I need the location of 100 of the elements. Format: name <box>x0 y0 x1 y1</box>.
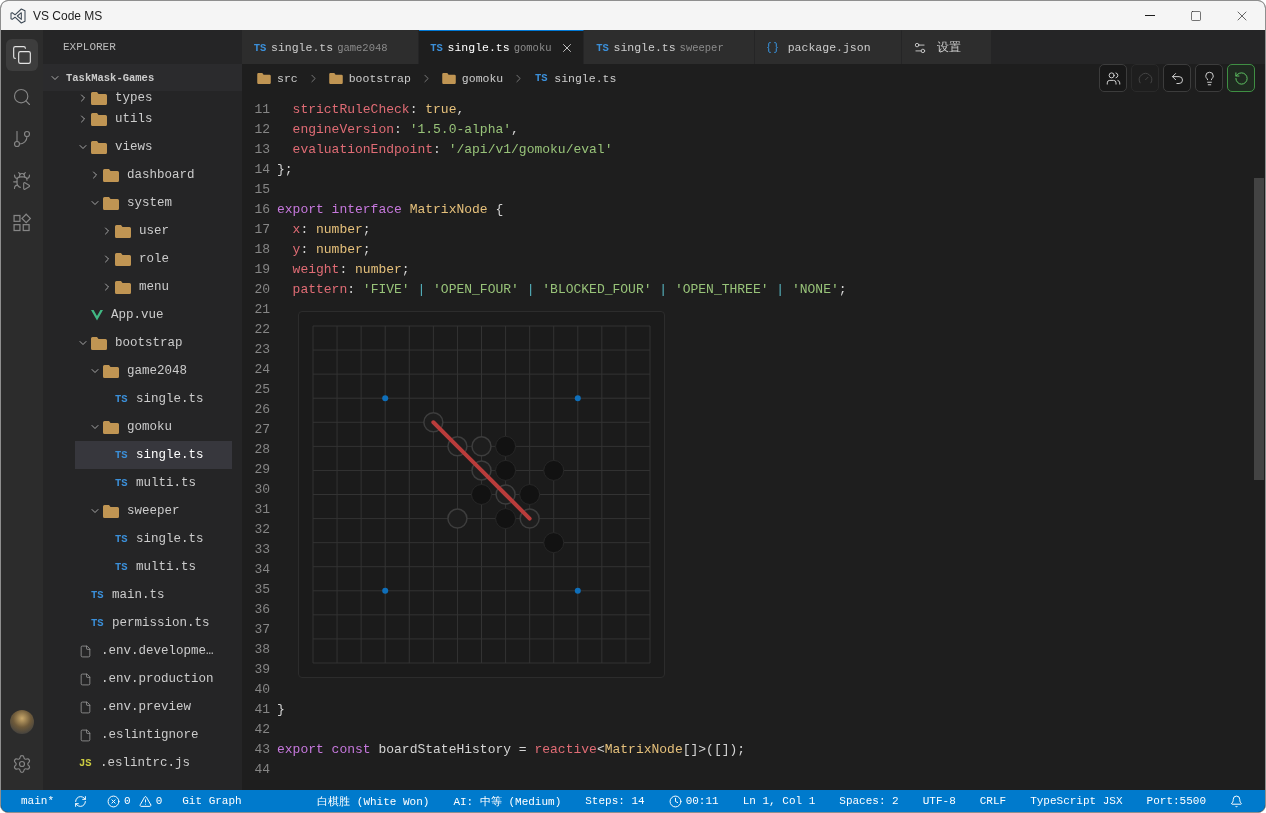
code-line: export const boardStateHistory = reactive<MatrixNode[]>([]); <box>277 741 746 759</box>
breadcrumb-item[interactable]: TS single.ts <box>534 68 617 88</box>
file-type-label: TS <box>91 589 105 601</box>
folder-item[interactable]: system <box>75 189 232 217</box>
folder-item[interactable]: menu <box>75 273 232 301</box>
toolbar-button[interactable] <box>1195 64 1223 92</box>
toolbar-button[interactable] <box>1227 64 1255 92</box>
line-number: 25 <box>253 381 270 399</box>
folder-icon <box>328 72 343 84</box>
document-icon <box>79 644 92 658</box>
file-item[interactable]: TS permission.ts <box>75 609 232 637</box>
code-line: weight: number; <box>291 261 410 279</box>
status-item[interactable]: Ln 1, Col 1 <box>742 790 816 812</box>
file-item[interactable]: .eslintignore <box>75 721 232 749</box>
folder-item[interactable]: user <box>75 217 232 245</box>
status-item[interactable]: Steps: 14 <box>585 790 645 812</box>
line-number: 12 <box>253 121 270 139</box>
window-title: VS Code MS <box>33 8 103 23</box>
source-control-icon <box>12 129 32 149</box>
status-item[interactable]: CRLF <box>979 790 1007 812</box>
status-item[interactable]: Port:5500 <box>1146 790 1206 812</box>
folder-item[interactable]: sweeper <box>75 497 232 525</box>
file-type-label: TS <box>429 41 444 54</box>
folder-icon <box>115 224 131 238</box>
status-item[interactable]: main* <box>21 790 54 812</box>
folder-item[interactable]: dashboard <box>75 161 232 189</box>
activity-button[interactable] <box>6 39 38 71</box>
file-item[interactable]: .env.preview <box>75 693 232 721</box>
line-number: 35 <box>253 581 270 599</box>
status-item[interactable]: 白棋胜 (White Won) <box>317 790 430 812</box>
folder-item[interactable]: views <box>75 133 232 161</box>
refresh-icon <box>1233 70 1249 86</box>
breadcrumb-item[interactable]: bootstrap <box>328 68 411 88</box>
line-number: 11 <box>253 101 270 119</box>
folder-item[interactable]: gomoku <box>75 413 232 441</box>
timer-status-item[interactable]: 00:11 <box>668 790 719 812</box>
file-item[interactable]: .env.developme… <box>75 637 232 665</box>
file-item[interactable]: TS single.ts <box>75 525 232 553</box>
editor-tab[interactable]: package.json <box>754 30 902 64</box>
status-item[interactable]: TypeScript JSX <box>1030 790 1123 812</box>
status-item[interactable]: Spaces: 2 <box>839 790 899 812</box>
breadcrumb-item[interactable]: gomoku <box>441 68 504 88</box>
folder-item[interactable]: bootstrap <box>75 329 232 357</box>
tab-description: game2048 <box>337 41 388 54</box>
code-line: engineVersion: '1.5.0-alpha', <box>291 121 519 139</box>
star-point-icon <box>382 395 389 402</box>
status-item[interactable]: Git Graph <box>182 790 242 812</box>
line-number: 41 <box>253 701 270 719</box>
problems-status-item[interactable]: 0 0 <box>107 790 163 812</box>
editor-tab[interactable]: TS single.ts gomoku <box>418 30 585 64</box>
file-item[interactable]: App.vue <box>75 301 232 329</box>
line-number: 15 <box>253 181 270 199</box>
folder-item[interactable]: role <box>75 245 232 273</box>
file-type-label: TS <box>595 41 610 54</box>
files-icon <box>12 45 32 65</box>
folder-item[interactable]: game2048 <box>75 357 232 385</box>
editor-tab[interactable]: TS single.ts game2048 <box>242 30 419 64</box>
editor-tab[interactable]: TS single.ts sweeper <box>584 30 755 64</box>
file-item[interactable]: .env.production <box>75 665 232 693</box>
scrollbar-thumb[interactable] <box>1254 178 1264 480</box>
file-item[interactable]: TS multi.ts <box>75 553 232 581</box>
toolbar-button[interactable] <box>1099 64 1127 92</box>
status-item[interactable]: AI: 中等 (Medium) <box>453 790 562 812</box>
line-number: 26 <box>253 401 270 419</box>
status-item[interactable]: UTF-8 <box>922 790 956 812</box>
star-point-icon <box>382 587 389 594</box>
file-type-label: TS <box>115 533 129 545</box>
star-point-icon <box>574 587 581 594</box>
warning-icon <box>138 794 152 808</box>
line-number: 22 <box>253 321 270 339</box>
folder-item[interactable]: types <box>75 91 232 105</box>
line-number: 24 <box>253 361 270 379</box>
code-line: }; <box>277 161 293 179</box>
file-item[interactable]: TS single.ts <box>75 441 232 469</box>
file-type-label: TS <box>534 72 549 84</box>
folder-icon <box>115 252 131 266</box>
breadcrumb-item[interactable]: src <box>257 68 298 88</box>
toolbar-button[interactable] <box>1163 64 1191 92</box>
folder-icon <box>103 196 119 210</box>
file-item[interactable]: TS multi.ts <box>75 469 232 497</box>
line-number: 32 <box>253 521 270 539</box>
file-item[interactable]: TS main.ts <box>75 581 232 609</box>
file-item[interactable]: JS .eslintrc.js <box>75 749 232 777</box>
editor-tab[interactable]: 设置 <box>901 30 992 64</box>
code-line: pattern: 'FIVE' | 'OPEN_FOUR' | 'BLOCKED_FOUR' | 'OPEN_THREE' | 'NONE'; <box>291 281 847 299</box>
clock-icon <box>668 794 682 808</box>
code-line: export interface MatrixNode { <box>277 201 504 219</box>
file-item[interactable]: TS single.ts <box>75 385 232 413</box>
line-number: 44 <box>253 761 270 779</box>
line-number: 18 <box>253 241 270 259</box>
line-number: 21 <box>253 301 270 319</box>
folder-item[interactable]: utils <box>75 105 232 133</box>
search-icon <box>12 87 32 107</box>
code-line: x: number; <box>291 221 371 239</box>
folder-icon <box>441 72 456 84</box>
vue-icon <box>91 309 103 321</box>
users-icon <box>1105 70 1121 86</box>
workspace-folder-item[interactable]: TaskMask-Games <box>43 64 242 91</box>
file-type-label: TS <box>115 477 129 489</box>
line-number: 23 <box>253 341 270 359</box>
